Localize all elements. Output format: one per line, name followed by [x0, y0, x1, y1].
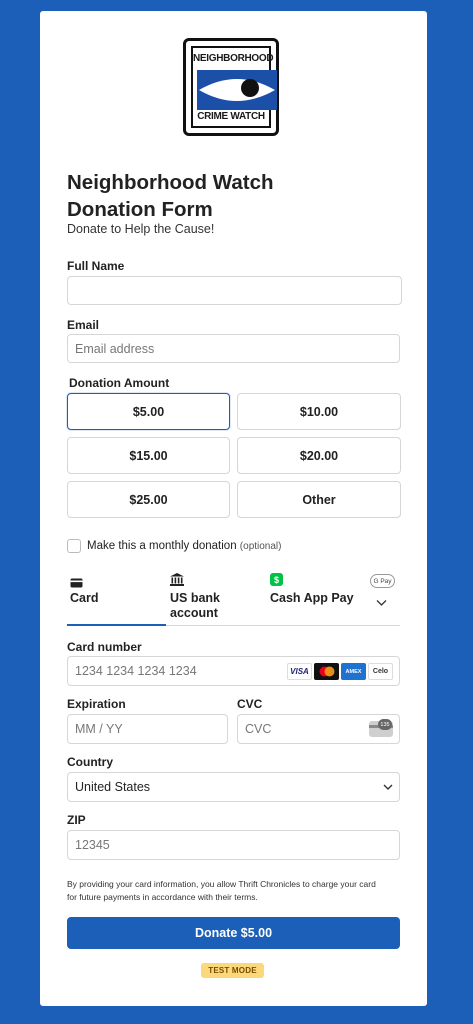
- amount-option-10[interactable]: $10.00: [237, 393, 401, 430]
- cvc-placeholder: CVC: [245, 722, 272, 736]
- expiration-label: Expiration: [67, 697, 126, 711]
- tab-us-bank-account[interactable]: US bank account: [170, 591, 240, 621]
- amount-label: $5.00: [132, 404, 165, 419]
- zip-input[interactable]: 12345: [67, 830, 400, 860]
- eye-icon: [197, 70, 277, 110]
- country-select[interactable]: United States: [67, 772, 400, 802]
- test-mode-label: TEST MODE: [208, 966, 257, 975]
- amount-label: $10.00: [299, 404, 339, 419]
- expiration-input[interactable]: MM / YY: [67, 714, 228, 744]
- donate-button[interactable]: Donate $5.00: [67, 917, 400, 949]
- monthly-donation-checkbox[interactable]: [67, 539, 81, 553]
- country-value: United States: [75, 780, 151, 794]
- email-input[interactable]: Email address: [67, 334, 400, 363]
- celo-icon: Celo: [368, 663, 393, 680]
- amount-option-other[interactable]: Other: [237, 481, 401, 518]
- logo-top-text: NEIGHBORHOOD: [193, 53, 274, 64]
- amount-label: $25.00: [129, 492, 168, 507]
- monthly-label-text: Make this a monthly donation: [87, 540, 237, 552]
- amount-option-5[interactable]: $5.00: [67, 393, 230, 430]
- amount-option-25[interactable]: $25.00: [67, 481, 230, 518]
- chevron-down-icon[interactable]: [376, 594, 387, 612]
- neighborhood-watch-logo: NEIGHBORHOOD CRIME WATCH: [183, 38, 279, 136]
- celo-label: Celo: [372, 668, 389, 675]
- page-subtitle: Donate to Help the Cause!: [67, 222, 215, 236]
- donate-button-label: Donate $5.00: [194, 926, 273, 940]
- tab-cash-app-pay[interactable]: Cash App Pay: [270, 591, 354, 606]
- bank-icon: [170, 573, 184, 591]
- visa-label: VISA: [290, 667, 309, 676]
- amount-option-20[interactable]: $20.00: [237, 437, 401, 474]
- mastercard-icon: [314, 663, 339, 680]
- amount-label: $15.00: [129, 448, 168, 463]
- full-name-input[interactable]: [67, 276, 402, 305]
- zip-label: ZIP: [67, 813, 86, 827]
- full-name-label: Full Name: [67, 259, 125, 273]
- zip-value: 12345: [75, 838, 110, 852]
- email-placeholder: Email address: [75, 341, 155, 356]
- cvc-label: CVC: [237, 697, 263, 711]
- google-pay-icon[interactable]: G Pay: [370, 574, 395, 588]
- cvc-input[interactable]: CVC 135: [237, 714, 400, 744]
- amount-label: Other: [302, 492, 336, 507]
- optional-hint: (optional): [239, 541, 282, 552]
- visa-icon: VISA: [287, 663, 312, 680]
- cash-app-icon: $: [270, 573, 283, 586]
- monthly-donation-label: Make this a monthly donation (optional): [87, 540, 282, 552]
- test-mode-badge: TEST MODE: [201, 963, 264, 978]
- chevron-down-icon: [383, 784, 393, 790]
- tab-card[interactable]: Card: [70, 591, 98, 606]
- card-number-label: Card number: [67, 640, 142, 654]
- country-label: Country: [67, 755, 113, 769]
- card-terms-disclaimer: By providing your card information, you …: [67, 879, 376, 902]
- amex-label: AMEX: [345, 668, 362, 675]
- active-tab-indicator: [67, 624, 166, 626]
- amount-label: $20.00: [299, 448, 339, 463]
- email-label: Email: [67, 318, 100, 332]
- cvc-card-icon: 135: [369, 719, 393, 737]
- donation-amount-label: Donation Amount: [69, 376, 170, 390]
- amex-icon: AMEX: [341, 663, 366, 680]
- amount-option-15[interactable]: $15.00: [67, 437, 230, 474]
- expiration-placeholder: MM / YY: [75, 722, 123, 736]
- logo-bottom-text: CRIME WATCH: [197, 111, 265, 122]
- donation-form-card: NEIGHBORHOOD CRIME WATCH Neighborhood Wa…: [40, 11, 427, 1006]
- page-title: Neighborhood Watch Donation Form: [67, 171, 274, 221]
- card-number-placeholder: 1234 1234 1234 1234: [75, 664, 197, 678]
- google-pay-label: G Pay: [373, 577, 392, 585]
- card-number-input[interactable]: 1234 1234 1234 1234 VISA AMEX Celo: [67, 656, 400, 686]
- cvc-badge: 135: [378, 719, 392, 730]
